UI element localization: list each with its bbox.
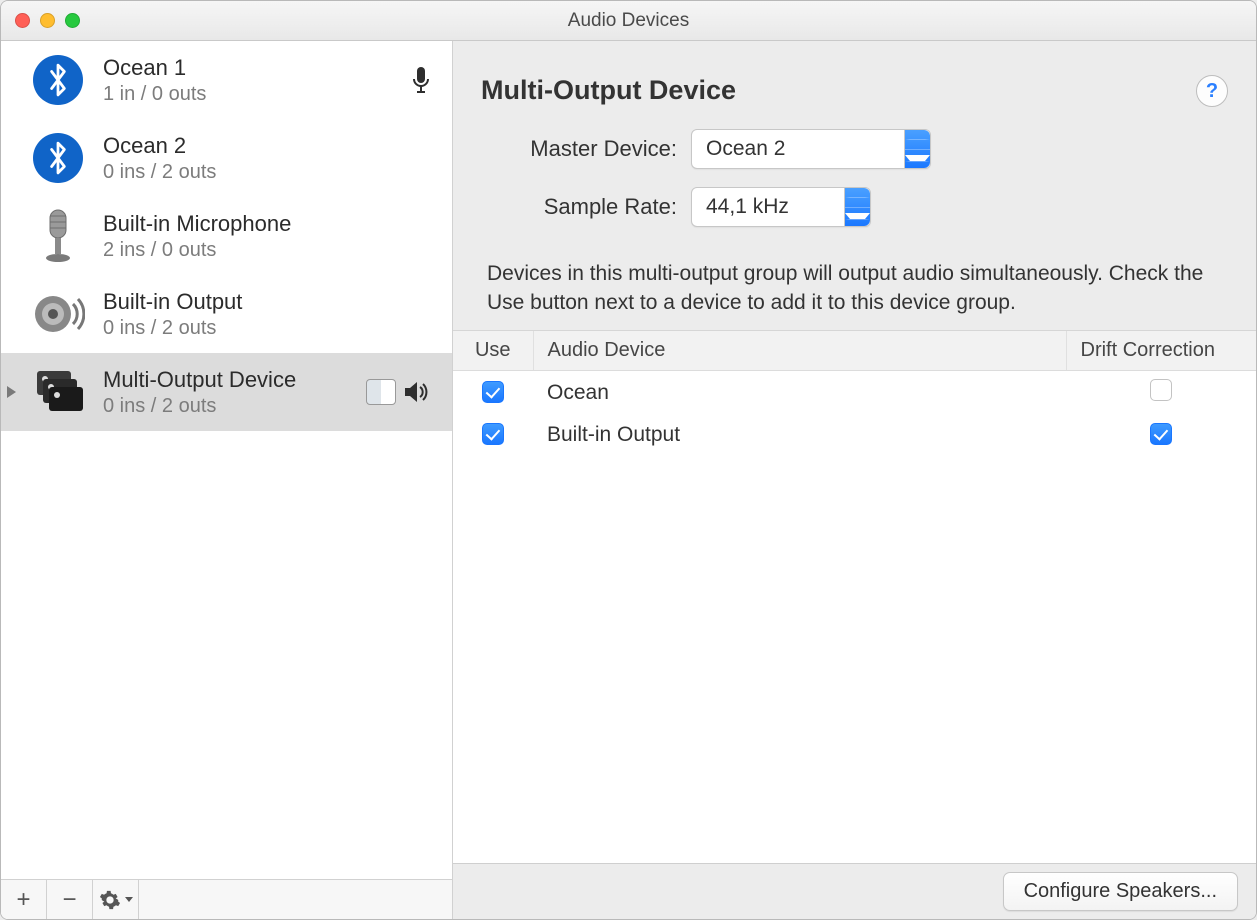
multi-output-icon [29, 363, 87, 421]
device-item-ocean-2[interactable]: Ocean 2 0 ins / 2 outs [1, 119, 452, 197]
device-name: Ocean 1 [103, 55, 396, 81]
device-io: 0 ins / 2 outs [103, 317, 440, 340]
use-checkbox[interactable] [482, 423, 504, 445]
help-button[interactable]: ? [1196, 75, 1228, 107]
remove-device-button[interactable]: − [47, 880, 93, 919]
col-header-use[interactable]: Use [453, 331, 533, 371]
minimize-window-button[interactable] [40, 13, 55, 28]
device-list: Ocean 1 1 in / 0 outs Ocean 2 0 ins / 2 … [1, 41, 452, 879]
finder-icon [366, 379, 396, 405]
sidebar-actions-menu[interactable] [93, 880, 139, 919]
device-io: 2 ins / 0 outs [103, 239, 440, 262]
device-item-multi-output[interactable]: Multi-Output Device 0 ins / 2 outs [1, 353, 452, 431]
window-controls [1, 13, 80, 28]
configure-speakers-button[interactable]: Configure Speakers... [1003, 872, 1238, 911]
master-device-select[interactable]: Ocean 2 [691, 129, 931, 169]
sample-rate-select[interactable]: 44,1 kHz [691, 187, 871, 227]
device-item-builtin-mic[interactable]: Built-in Microphone 2 ins / 0 outs [1, 197, 452, 275]
window-title: Audio Devices [1, 10, 1256, 32]
device-io: 0 ins / 2 outs [103, 395, 350, 418]
device-name: Multi-Output Device [103, 367, 350, 393]
select-stepper-icon [904, 130, 930, 168]
sample-rate-value: 44,1 kHz [706, 195, 844, 219]
add-device-button[interactable]: + [1, 880, 47, 919]
speaker-icon [29, 285, 87, 343]
col-header-drift[interactable]: Drift Correction [1066, 331, 1256, 371]
bluetooth-icon [29, 129, 87, 187]
titlebar: Audio Devices [1, 1, 1256, 41]
gear-icon [99, 889, 121, 911]
sample-rate-label: Sample Rate: [481, 194, 691, 220]
master-device-label: Master Device: [481, 136, 691, 162]
audio-devices-window: Audio Devices Ocean 1 1 in / 0 outs [0, 0, 1257, 920]
device-text: Built-in Microphone 2 ins / 0 outs [103, 211, 440, 262]
device-name: Ocean 2 [103, 133, 440, 159]
select-stepper-icon [844, 188, 870, 226]
table-row[interactable]: Ocean [453, 370, 1256, 415]
drift-checkbox[interactable] [1150, 423, 1172, 445]
col-header-device[interactable]: Audio Device [533, 331, 1066, 371]
microphone-icon [412, 66, 430, 94]
microphone-icon [29, 207, 87, 265]
bluetooth-icon [29, 51, 87, 109]
group-description: Devices in this multi-output group will … [453, 259, 1256, 330]
device-text: Ocean 2 0 ins / 2 outs [103, 133, 440, 184]
device-name: Built-in Microphone [103, 211, 440, 237]
device-name: Built-in Output [103, 289, 440, 315]
master-device-value: Ocean 2 [706, 137, 904, 161]
detail-footer: Configure Speakers... [453, 863, 1256, 919]
default-input-badge [412, 66, 440, 94]
content-split: Ocean 1 1 in / 0 outs Ocean 2 0 ins / 2 … [1, 41, 1256, 919]
sample-rate-row: Sample Rate: 44,1 kHz [481, 187, 1228, 227]
device-text: Multi-Output Device 0 ins / 2 outs [103, 367, 350, 418]
row-device-name: Ocean [533, 370, 1066, 415]
device-item-ocean-1[interactable]: Ocean 1 1 in / 0 outs [1, 41, 452, 119]
master-device-row: Master Device: Ocean 2 [481, 129, 1228, 169]
output-devices-table: Use Audio Device Drift Correction Ocean [453, 330, 1256, 863]
table-row[interactable]: Built-in Output [453, 415, 1256, 455]
device-text: Ocean 1 1 in / 0 outs [103, 55, 396, 106]
close-window-button[interactable] [15, 13, 30, 28]
use-checkbox[interactable] [482, 381, 504, 403]
device-text: Built-in Output 0 ins / 2 outs [103, 289, 440, 340]
sidebar-toolbar: + − [1, 879, 452, 919]
detail-pane: Multi-Output Device ? Master Device: Oce… [453, 41, 1256, 919]
device-sidebar: Ocean 1 1 in / 0 outs Ocean 2 0 ins / 2 … [1, 41, 453, 919]
zoom-window-button[interactable] [65, 13, 80, 28]
drift-checkbox[interactable] [1150, 379, 1172, 401]
expand-caret-icon[interactable] [7, 386, 16, 398]
row-device-name: Built-in Output [533, 415, 1066, 455]
device-io: 1 in / 0 outs [103, 83, 396, 106]
volume-icon [404, 381, 430, 403]
device-item-builtin-output[interactable]: Built-in Output 0 ins / 2 outs [1, 275, 452, 353]
device-io: 0 ins / 2 outs [103, 161, 440, 184]
detail-title: Multi-Output Device [481, 75, 1196, 106]
help-icon: ? [1206, 80, 1218, 103]
